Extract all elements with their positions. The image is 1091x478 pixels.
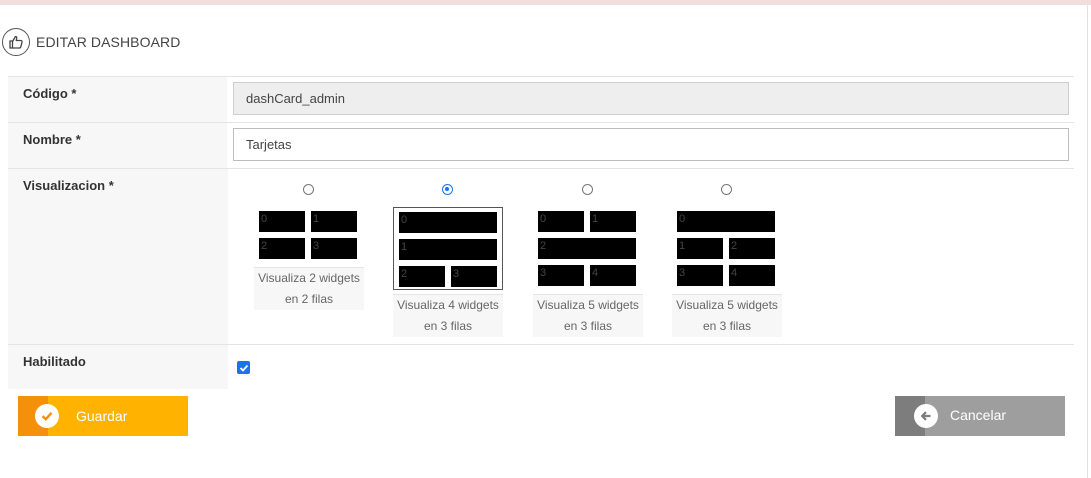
widget-block: 3 xyxy=(677,265,723,286)
thumbs-up-icon xyxy=(2,28,30,56)
arrow-left-icon xyxy=(914,404,938,428)
form-row-habilitado: Habilitado xyxy=(8,344,1074,389)
codigo-label: Código * xyxy=(8,77,227,122)
cancel-button[interactable]: Cancelar xyxy=(895,396,1065,436)
page-title: EDITAR DASHBOARD xyxy=(36,34,181,50)
page-header: EDITAR DASHBOARD xyxy=(2,26,180,58)
widget-block: 4 xyxy=(590,265,636,286)
layout-caption: Visualiza 4 widgets en 3 filas xyxy=(393,294,503,337)
form-row-visualizacion: Visualizacion * 0 1 2 3 Visualiza 2 widgets e… xyxy=(8,168,1074,344)
layout-option-radio[interactable] xyxy=(582,184,593,195)
widget-block: 0 xyxy=(538,211,584,232)
widget-block: 2 xyxy=(259,238,305,259)
layout-thumbnail: 0 1 23 xyxy=(393,207,503,290)
layout-caption: Visualiza 5 widgets en 3 filas xyxy=(533,294,643,337)
layout-option-radio[interactable] xyxy=(442,184,453,195)
layout-thumbnail: 0123 xyxy=(254,207,364,263)
layout-caption-line: Visualiza 2 widgets xyxy=(258,271,360,285)
widget-block: 2 xyxy=(538,238,636,259)
layout-thumbnail: 0 1234 xyxy=(672,207,782,290)
layout-caption-line: Visualiza 4 widgets xyxy=(397,298,499,312)
layout-caption-line: Visualiza 5 widgets xyxy=(676,298,778,312)
layout-caption-line: en 3 filas xyxy=(702,319,752,333)
top-bar xyxy=(0,0,1091,5)
checkmark-icon xyxy=(239,364,248,372)
widget-block: 1 xyxy=(590,211,636,232)
widget-block: 0 xyxy=(677,211,775,232)
save-button[interactable]: Guardar xyxy=(18,396,188,436)
cancel-label: Cancelar xyxy=(950,407,1007,423)
form-row-codigo: Código * dashCard_admin xyxy=(8,76,1074,122)
widget-block: 1 xyxy=(399,239,497,260)
layout-caption-line: en 3 filas xyxy=(423,319,473,333)
widget-block: 0 xyxy=(399,212,497,233)
widget-block: 1 xyxy=(677,238,723,259)
check-icon xyxy=(35,404,59,428)
layout-option-radio[interactable] xyxy=(721,184,732,195)
layout-caption-line: en 2 filas xyxy=(284,292,334,306)
layout-caption-line: en 3 filas xyxy=(563,319,613,333)
layout-option-radio[interactable] xyxy=(303,184,314,195)
widget-block: 3 xyxy=(451,266,497,287)
nombre-input[interactable]: Tarjetas xyxy=(233,128,1069,161)
scrollbar-edge xyxy=(1087,5,1088,478)
layout-caption: Visualiza 2 widgets en 2 filas xyxy=(254,267,364,310)
dashboard-form: Código * dashCard_admin Nombre * Tarjeta… xyxy=(8,76,1074,389)
nombre-label: Nombre * xyxy=(8,123,227,168)
form-row-nombre: Nombre * Tarjetas xyxy=(8,122,1074,168)
layout-thumbnail: 01 2 34 xyxy=(533,207,643,290)
widget-block: 2 xyxy=(399,266,445,287)
visualizacion-label: Visualizacion * xyxy=(8,169,228,344)
widget-block: 2 xyxy=(729,238,775,259)
widget-block: 3 xyxy=(311,238,357,259)
layout-options: 0 1 2 3 Visualiza 2 widgets en 2 filas 0 1 2 3 Vis… xyxy=(234,169,1069,344)
widget-block: 3 xyxy=(538,265,584,286)
layout-caption: Visualiza 5 widgets en 3 filas xyxy=(672,294,782,337)
widget-block: 4 xyxy=(729,265,775,286)
codigo-input[interactable]: dashCard_admin xyxy=(233,82,1069,115)
layout-caption-line: Visualiza 5 widgets xyxy=(537,298,639,312)
widget-block: 0 xyxy=(259,211,305,232)
habilitado-checkbox[interactable] xyxy=(237,361,250,374)
habilitado-label: Habilitado xyxy=(8,345,228,389)
widget-block: 1 xyxy=(311,211,357,232)
save-label: Guardar xyxy=(76,408,128,424)
